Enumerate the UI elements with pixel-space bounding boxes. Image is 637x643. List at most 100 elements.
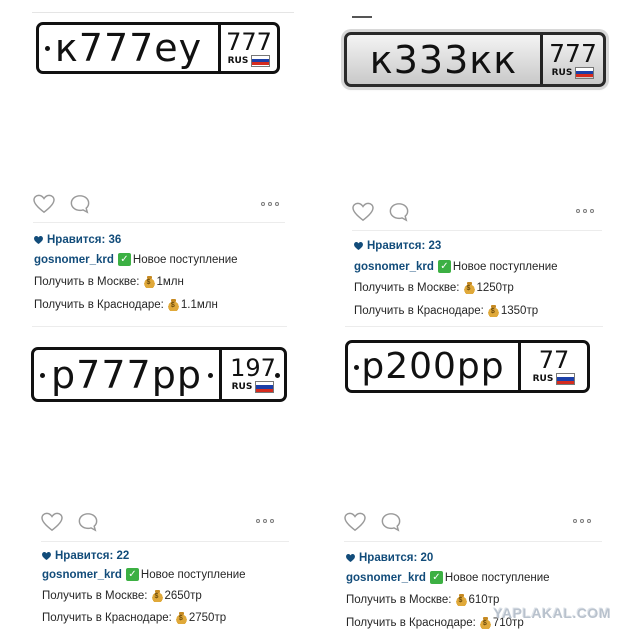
money-bag-icon xyxy=(479,617,491,629)
moscow-price-line: Получить в Москве: 610тр xyxy=(346,594,499,606)
caption-line: gosnomer_krd ✓ Новое поступление xyxy=(42,568,246,581)
krasnodar-price: 2750тр xyxy=(188,612,227,624)
russia-flag-icon xyxy=(251,54,271,67)
username-link[interactable]: gosnomer_krd xyxy=(34,254,114,266)
caption-text: Новое поступление xyxy=(444,571,550,584)
krasnodar-price: 1350тр xyxy=(500,305,539,317)
krasnodar-price: 1.1млн xyxy=(180,299,218,311)
likes-text: Нравится: 23 xyxy=(367,240,442,252)
moscow-price: 2650тр xyxy=(164,590,202,602)
caption-line: gosnomer_krd ✓ Новое поступление xyxy=(354,260,558,273)
money-bag-icon xyxy=(487,305,499,317)
caption-text: Новое поступление xyxy=(132,253,238,266)
money-bag-icon xyxy=(143,276,155,288)
plate-characters: р777рр xyxy=(51,352,202,397)
krasnodar-label: Получить в Краснодаре: xyxy=(42,612,172,624)
license-plate: к333кк 777 RUS xyxy=(344,32,606,87)
action-divider xyxy=(344,541,602,542)
action-divider xyxy=(41,541,289,542)
license-plate: р200рр 77 RUS xyxy=(345,340,590,393)
plate-region-code: 197 xyxy=(230,354,276,382)
likes-count: Нравится: 23 xyxy=(354,240,441,252)
more-options-icon[interactable] xyxy=(256,519,274,523)
action-bar xyxy=(33,194,91,214)
plate-characters: р200рр xyxy=(361,346,505,387)
krasnodar-price-line: Получить в Краснодаре: 1350тр xyxy=(354,305,538,317)
money-bag-icon xyxy=(455,594,467,606)
heart-small-icon xyxy=(34,236,43,244)
heart-small-icon xyxy=(346,554,355,562)
post-divider-right xyxy=(345,326,603,327)
moscow-price: 1250тр xyxy=(476,282,514,294)
moscow-label: Получить в Москве: xyxy=(354,282,460,294)
license-plate: к777еу 777 RUS xyxy=(36,22,280,74)
plate-number-area: р777рр xyxy=(34,350,222,399)
comment-icon[interactable] xyxy=(69,194,91,214)
more-options-icon[interactable] xyxy=(576,209,594,213)
heart-icon[interactable] xyxy=(41,512,63,532)
comment-icon[interactable] xyxy=(77,512,99,532)
moscow-label: Получить в Москве: xyxy=(42,590,148,602)
plate-rus-label: RUS xyxy=(532,374,554,384)
russia-flag-icon xyxy=(255,381,275,393)
krasnodar-price-line: Получить в Краснодаре: 2750тр xyxy=(42,612,226,624)
krasnodar-label: Получить в Краснодаре: xyxy=(354,305,484,317)
site-watermark: YAPLAKAL.COM xyxy=(493,605,611,621)
post-divider-left xyxy=(32,326,287,327)
krasnodar-price-line: Получить в Краснодаре: 1.1млн xyxy=(34,299,218,311)
top-tab-indicator xyxy=(352,10,372,18)
heart-icon[interactable] xyxy=(33,194,55,214)
moscow-label: Получить в Москве: xyxy=(346,594,452,606)
plate-region-area: 777 RUS xyxy=(221,25,277,71)
likes-count: Нравится: 36 xyxy=(34,234,121,246)
caption-text: Новое поступление xyxy=(140,568,246,581)
likes-text: Нравится: 22 xyxy=(55,550,130,562)
krasnodar-label: Получить в Краснодаре: xyxy=(34,299,164,311)
krasnodar-label: Получить в Краснодаре: xyxy=(346,617,476,629)
plate-region-area: 77 RUS xyxy=(521,343,587,390)
moscow-price-line: Получить в Москве: 2650тр xyxy=(42,590,202,602)
money-bag-icon xyxy=(167,299,179,311)
action-bar xyxy=(344,512,402,532)
plate-number-area: р200рр xyxy=(348,343,521,390)
top-divider-left xyxy=(32,12,294,13)
username-link[interactable]: gosnomer_krd xyxy=(346,572,426,584)
comment-icon[interactable] xyxy=(380,512,402,532)
check-mark-icon: ✓ xyxy=(437,260,451,273)
money-bag-icon xyxy=(175,612,187,624)
caption-line: gosnomer_krd ✓ Новое поступление xyxy=(346,571,550,584)
license-plate: р777рр 197 RUS xyxy=(31,347,287,402)
username-link[interactable]: gosnomer_krd xyxy=(354,261,434,273)
username-link[interactable]: gosnomer_krd xyxy=(42,569,122,581)
heart-small-icon xyxy=(354,242,363,250)
more-options-icon[interactable] xyxy=(261,202,279,206)
moscow-price-line: Получить в Москве: 1млн xyxy=(34,276,184,288)
moscow-price-line: Получить в Москве: 1250тр xyxy=(354,282,514,294)
action-bar xyxy=(352,202,410,222)
action-divider xyxy=(352,230,602,231)
comment-icon[interactable] xyxy=(388,202,410,222)
likes-text: Нравится: 36 xyxy=(47,234,122,246)
check-mark-icon: ✓ xyxy=(429,571,443,584)
caption-line: gosnomer_krd ✓ Новое поступление xyxy=(34,253,238,266)
more-options-icon[interactable] xyxy=(573,519,591,523)
plate-characters: к777еу xyxy=(54,26,203,70)
likes-text: Нравится: 20 xyxy=(359,552,434,564)
heart-small-icon xyxy=(42,552,51,560)
plate-rus-label: RUS xyxy=(227,55,249,66)
action-bar xyxy=(41,512,99,532)
plate-region-area: 197 RUS xyxy=(222,350,284,399)
plate-region-area: 777 RUS xyxy=(543,35,603,84)
check-mark-icon: ✓ xyxy=(117,253,131,266)
money-bag-icon xyxy=(463,282,475,294)
heart-icon[interactable] xyxy=(344,512,366,532)
likes-count: Нравится: 22 xyxy=(42,550,129,562)
likes-count: Нравится: 20 xyxy=(346,552,433,564)
plate-region-code: 777 xyxy=(226,27,272,56)
russia-flag-icon xyxy=(556,373,576,385)
plate-rus-label: RUS xyxy=(231,382,253,392)
heart-icon[interactable] xyxy=(352,202,374,222)
money-bag-icon xyxy=(151,590,163,602)
moscow-price: 1млн xyxy=(156,276,184,288)
check-mark-icon: ✓ xyxy=(125,568,139,581)
